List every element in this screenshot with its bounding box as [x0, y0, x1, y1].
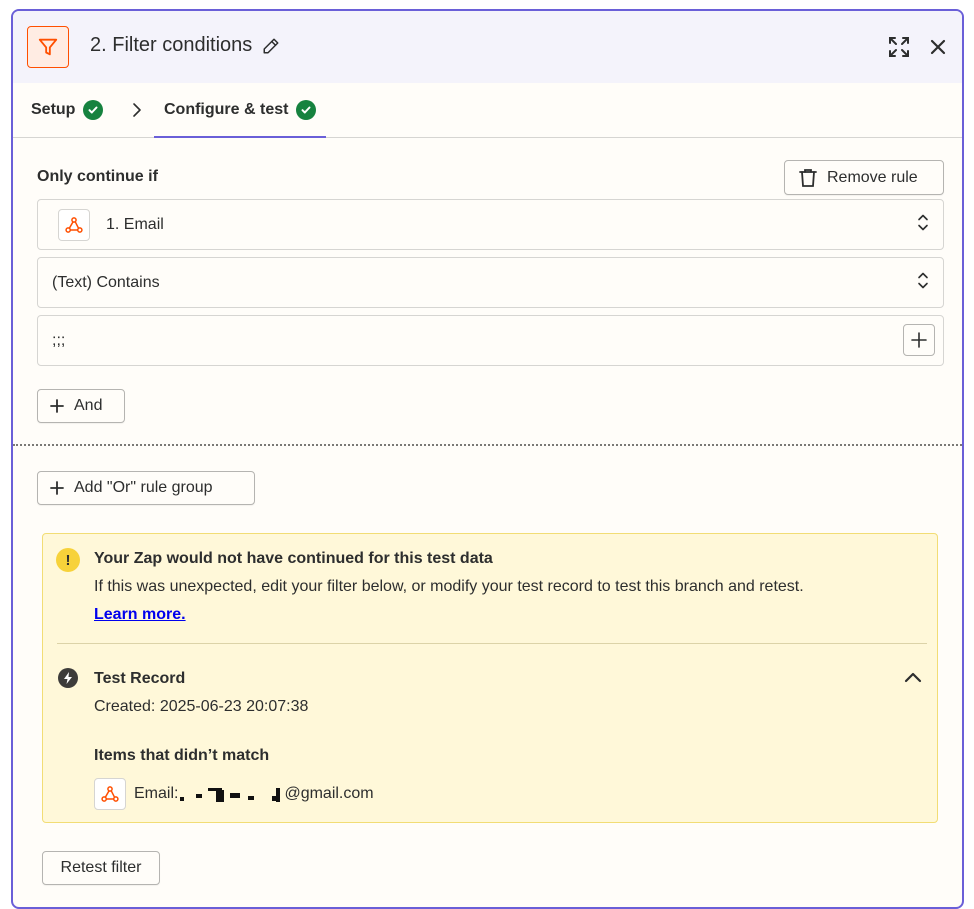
- unmatched-item: Email: @gmail.com: [94, 778, 374, 810]
- check-circle-icon: [83, 100, 104, 120]
- page-title: 2. Filter conditions: [90, 34, 280, 57]
- webhook-app-icon: [58, 208, 90, 241]
- page-title-text: 2. Filter conditions: [90, 34, 253, 56]
- sort-chevrons-icon: [917, 270, 929, 295]
- test-record-created: Created: 2025-06-23 20:07:38: [94, 698, 309, 715]
- unmatched-items-label: Items that didn’t match: [94, 747, 270, 764]
- panel-header: 2. Filter conditions: [13, 11, 962, 83]
- plus-icon: [50, 481, 64, 495]
- test-record-title: Test Record: [94, 670, 186, 687]
- tab-configure-label: Configure & test: [164, 101, 289, 118]
- step-tabs: Setup Configure & test: [13, 83, 962, 138]
- tab-setup[interactable]: Setup: [31, 83, 104, 137]
- sort-chevrons-icon: [917, 212, 929, 237]
- item-email-prefix: Email:: [134, 785, 179, 802]
- or-group-divider: [13, 444, 962, 446]
- warning-icon: !: [56, 548, 80, 572]
- remove-rule-label: Remove rule: [827, 168, 918, 186]
- chevron-right-icon: [130, 100, 144, 125]
- and-button-label: And: [74, 397, 103, 414]
- filter-step-panel: 2. Filter conditions Setup Configure & t…: [11, 9, 964, 909]
- learn-more-link[interactable]: Learn more.: [94, 606, 186, 624]
- value-input[interactable]: ;;;: [37, 315, 944, 366]
- trash-icon: [799, 168, 817, 188]
- redacted-email: [178, 784, 284, 804]
- operator-select[interactable]: (Text) Contains: [37, 257, 944, 308]
- retest-filter-label: Retest filter: [60, 859, 142, 876]
- tab-setup-label: Setup: [31, 101, 76, 118]
- check-circle-icon: [296, 100, 317, 120]
- alert-body: If this was unexpected, edit your filter…: [94, 578, 804, 595]
- field-select[interactable]: 1. Email: [37, 199, 944, 250]
- plus-icon: [911, 332, 927, 348]
- tab-configure-test[interactable]: Configure & test: [153, 83, 327, 138]
- operator-select-value: (Text) Contains: [52, 273, 160, 291]
- field-select-value: 1. Email: [106, 215, 164, 233]
- item-email-suffix: @gmail.com: [284, 785, 374, 802]
- add-and-condition-button[interactable]: And: [37, 389, 125, 423]
- expand-icon[interactable]: [885, 33, 913, 61]
- remove-rule-button[interactable]: Remove rule: [784, 160, 944, 195]
- webhook-app-icon: [94, 778, 126, 810]
- or-group-label: Add "Or" rule group: [74, 479, 213, 496]
- chevron-up-icon[interactable]: [903, 670, 923, 689]
- add-or-rule-group-button[interactable]: Add "Or" rule group: [37, 471, 255, 505]
- retest-filter-button[interactable]: Retest filter: [42, 851, 160, 885]
- alert-title: Your Zap would not have continued for th…: [94, 550, 493, 567]
- lightning-icon: [58, 668, 78, 688]
- value-input-text: ;;;: [52, 331, 66, 349]
- alert-divider: [57, 643, 927, 644]
- test-result-alert: ! Your Zap would not have continued for …: [42, 533, 938, 823]
- plus-icon: [50, 399, 64, 413]
- filter-step-icon: [27, 26, 69, 68]
- insert-data-button[interactable]: [903, 324, 935, 356]
- edit-pencil-icon[interactable]: [262, 37, 280, 55]
- only-continue-if-label: Only continue if: [37, 168, 158, 185]
- close-icon[interactable]: [924, 33, 952, 61]
